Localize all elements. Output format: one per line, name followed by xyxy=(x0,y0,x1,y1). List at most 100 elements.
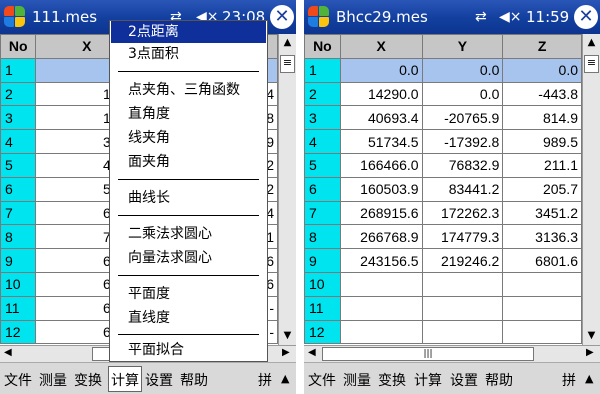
row-number-cell[interactable]: 2 xyxy=(304,81,341,107)
table-cell[interactable]: 211.1 xyxy=(502,152,582,178)
scroll-left-arrow-icon[interactable]: ◀ xyxy=(308,347,316,358)
input-method-indicator[interactable]: 拼 xyxy=(258,370,272,390)
menu-calculate[interactable]: 计算 xyxy=(414,370,442,390)
table-cell[interactable]: 814.9 xyxy=(502,105,582,131)
menu-transform[interactable]: 变换 xyxy=(74,370,102,390)
row-number-cell[interactable]: 8 xyxy=(304,224,341,250)
row-number-cell[interactable]: 6 xyxy=(304,176,341,202)
menu-settings[interactable]: 设置 xyxy=(145,370,173,390)
row-number-cell[interactable]: 1 xyxy=(304,57,341,83)
menu-item-three-point-area[interactable]: 3点面积 xyxy=(111,43,266,65)
sip-up-arrow-icon[interactable]: ▲ xyxy=(281,372,289,385)
menu-measure[interactable]: 测量 xyxy=(343,370,371,390)
row-number-cell[interactable]: 2 xyxy=(0,81,37,107)
table-cell[interactable] xyxy=(421,271,504,297)
sip-up-arrow-icon[interactable]: ▲ xyxy=(585,372,593,385)
table-cell[interactable]: -443.8 xyxy=(502,81,582,107)
menu-item-flatness[interactable]: 平面度 xyxy=(111,283,266,305)
row-number-cell[interactable]: 7 xyxy=(304,200,341,226)
menu-item-least-squares-center[interactable]: 二乘法求圆心 xyxy=(111,223,266,245)
table-cell[interactable]: 268915.6 xyxy=(339,200,423,226)
row-number-cell[interactable]: 4 xyxy=(0,129,37,154)
scroll-up-arrow-icon[interactable]: ▲ xyxy=(281,37,294,48)
column-header-z[interactable]: Z xyxy=(502,34,582,59)
table-cell[interactable]: -20765.9 xyxy=(421,105,504,131)
table-cell[interactable]: 14290.0 xyxy=(339,81,423,107)
row-number-cell[interactable]: 11 xyxy=(304,295,341,321)
row-number-cell[interactable]: 11 xyxy=(0,295,37,321)
menu-file[interactable]: 文件 xyxy=(4,370,32,390)
table-cell[interactable]: 0.0 xyxy=(502,57,582,83)
column-header-y[interactable]: Y xyxy=(421,34,504,59)
row-number-cell[interactable]: 5 xyxy=(304,152,341,178)
menu-item-vector-center[interactable]: 向量法求圆心 xyxy=(111,247,266,269)
scroll-down-arrow-icon[interactable]: ▼ xyxy=(585,330,598,341)
table-cell[interactable]: -17392.8 xyxy=(421,129,504,154)
table-row[interactable]: 11 xyxy=(304,295,582,321)
row-number-cell[interactable]: 1 xyxy=(0,57,37,83)
table-cell[interactable]: 160503.9 xyxy=(339,176,423,202)
table-cell[interactable] xyxy=(502,295,582,321)
table-cell[interactable]: 6801.6 xyxy=(502,248,582,273)
table-cell[interactable] xyxy=(339,319,423,345)
table-cell[interactable]: 989.5 xyxy=(502,129,582,154)
horizontal-scrollbar[interactable]: ◀ ||| ▶ xyxy=(304,345,600,362)
scroll-left-arrow-icon[interactable]: ◀ xyxy=(4,347,12,358)
scroll-thumb[interactable]: ≡ xyxy=(584,55,599,73)
scroll-up-arrow-icon[interactable]: ▲ xyxy=(585,37,598,48)
row-number-cell[interactable]: 10 xyxy=(0,271,37,297)
row-number-cell[interactable]: 3 xyxy=(0,105,37,131)
table-cell[interactable]: 3136.3 xyxy=(502,224,582,250)
menu-settings[interactable]: 设置 xyxy=(450,370,478,390)
row-number-cell[interactable]: 8 xyxy=(0,224,37,250)
menu-item-two-point-distance[interactable]: 2点距离 xyxy=(111,21,266,43)
table-cell[interactable] xyxy=(502,319,582,345)
row-number-cell[interactable]: 9 xyxy=(304,248,341,273)
table-row[interactable]: 3 40693.4 -20765.9 814.9 xyxy=(304,105,582,131)
row-number-cell[interactable]: 6 xyxy=(0,176,37,202)
table-cell[interactable]: 219246.2 xyxy=(421,248,504,273)
table-cell[interactable] xyxy=(421,319,504,345)
table-cell[interactable]: 83441.2 xyxy=(421,176,504,202)
table-cell[interactable]: 51734.5 xyxy=(339,129,423,154)
table-cell[interactable]: 0.0 xyxy=(421,57,504,83)
clock[interactable]: 11:59 xyxy=(526,8,569,26)
scroll-thumb[interactable]: ≡ xyxy=(280,55,295,73)
row-number-cell[interactable]: 12 xyxy=(304,319,341,345)
table-row[interactable]: 2 14290.0 0.0 -443.8 xyxy=(304,81,582,107)
table-cell[interactable]: 40693.4 xyxy=(339,105,423,131)
table-cell[interactable]: 3451.2 xyxy=(502,200,582,226)
scroll-right-arrow-icon[interactable]: ▶ xyxy=(586,347,594,358)
table-cell[interactable]: 0.0 xyxy=(339,57,423,83)
table-cell[interactable]: 205.7 xyxy=(502,176,582,202)
menu-transform[interactable]: 变换 xyxy=(378,370,406,390)
table-cell[interactable]: 243156.5 xyxy=(339,248,423,273)
menu-help[interactable]: 帮助 xyxy=(180,370,208,390)
menu-calculate[interactable]: 计算 xyxy=(108,366,142,392)
table-cell[interactable]: 0.0 xyxy=(421,81,504,107)
menu-item-plane-fitting[interactable]: 平面拟合 xyxy=(111,339,266,361)
menu-file[interactable]: 文件 xyxy=(308,370,336,390)
menu-item-right-angle[interactable]: 直角度 xyxy=(111,103,266,125)
table-row[interactable]: 10 xyxy=(304,271,582,297)
table-row[interactable]: 7 268915.6 172262.3 3451.2 xyxy=(304,200,582,226)
table-row[interactable]: 9 243156.5 219246.2 6801.6 xyxy=(304,248,582,273)
table-row[interactable]: 1 0.0 0.0 0.0 xyxy=(304,57,582,83)
row-number-cell[interactable]: 3 xyxy=(304,105,341,131)
speaker-muted-icon[interactable]: ◀× xyxy=(499,9,522,25)
row-number-cell[interactable]: 12 xyxy=(0,319,37,345)
menu-item-straightness[interactable]: 直线度 xyxy=(111,307,266,329)
table-row[interactable]: 12 xyxy=(304,319,582,345)
table-cell[interactable] xyxy=(502,271,582,297)
row-number-cell[interactable]: 10 xyxy=(304,271,341,297)
table-cell[interactable] xyxy=(421,295,504,321)
sync-arrows-icon[interactable]: ⇄ xyxy=(475,9,487,25)
menu-measure[interactable]: 测量 xyxy=(39,370,67,390)
menu-item-plane-angle[interactable]: 面夹角 xyxy=(111,151,266,173)
table-cell[interactable]: 266768.9 xyxy=(339,224,423,250)
table-cell[interactable] xyxy=(339,271,423,297)
scroll-thumb-horizontal[interactable]: ||| xyxy=(322,347,534,361)
input-method-indicator[interactable]: 拼 xyxy=(562,370,576,390)
row-number-cell[interactable]: 7 xyxy=(0,200,37,226)
menu-item-point-angle-trig[interactable]: 点夹角、三角函数 xyxy=(111,79,266,101)
